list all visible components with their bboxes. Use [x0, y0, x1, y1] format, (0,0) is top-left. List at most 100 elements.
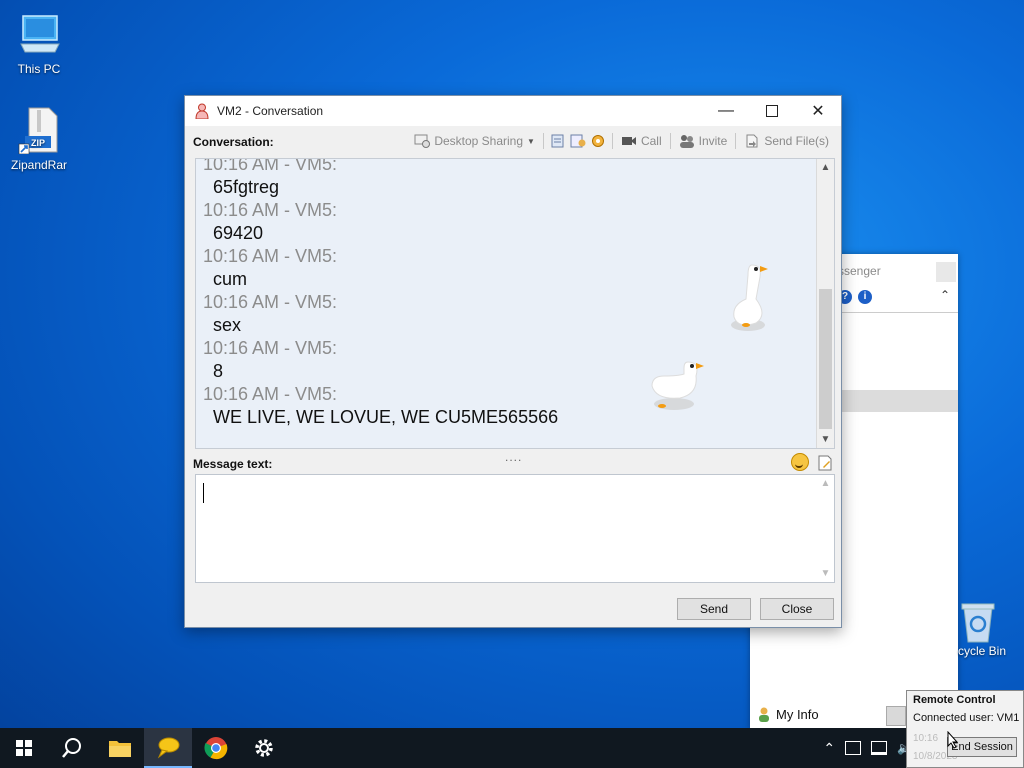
- this-pc-label: This PC: [17, 62, 61, 76]
- call-button[interactable]: Call: [619, 132, 664, 150]
- invite-users-icon: [679, 134, 695, 148]
- camera-icon: [621, 134, 637, 148]
- clock-time-ghost: 10:16: [913, 733, 939, 744]
- scroll-down-arrow[interactable]: ▼: [817, 431, 834, 448]
- send-button[interactable]: Send: [677, 598, 751, 620]
- maximize-button[interactable]: [749, 96, 795, 126]
- conversation-window: VM2 - Conversation — ✕ Conversation: Des…: [184, 95, 842, 628]
- taskbar: ⌃ 🔈: [0, 728, 1024, 768]
- notes-icon[interactable]: [550, 134, 566, 148]
- desktop-icon-zipandrar[interactable]: ZIP ZipandRar: [4, 106, 74, 172]
- desktop-sharing-button[interactable]: Desktop Sharing ▼: [412, 132, 537, 150]
- system-tray: ⌃ 🔈: [823, 728, 918, 768]
- settings-gear-icon[interactable]: [590, 134, 606, 148]
- selected-contact-row[interactable]: [838, 390, 958, 412]
- conversation-scrollbar[interactable]: ▲ ▼: [816, 159, 834, 448]
- messenger-title-fragment: ssenger: [838, 264, 881, 278]
- my-info-button[interactable]: My Info: [756, 706, 819, 722]
- toolbar-separator: [735, 133, 737, 149]
- this-pc-icon: [15, 10, 63, 58]
- message-input[interactable]: ▲ ▼: [195, 474, 835, 583]
- message-meta: 10:16 AM - VM5:: [203, 246, 338, 266]
- message-text-label: Message text:: [193, 457, 273, 471]
- send-file-icon: [744, 134, 760, 148]
- pane-splitter[interactable]: ....: [505, 450, 522, 464]
- search-icon: [62, 738, 81, 758]
- message-text: 69420: [213, 223, 264, 243]
- remote-control-tray-icon[interactable]: [845, 741, 862, 755]
- message-text: sex: [213, 315, 242, 335]
- chevron-up-icon[interactable]: ⌃: [940, 288, 950, 302]
- close-button[interactable]: Close: [760, 598, 834, 620]
- svg-text:ZIP: ZIP: [31, 138, 45, 148]
- message-input-scrollbar[interactable]: ▲ ▼: [817, 475, 834, 582]
- goose-sprite: [731, 264, 768, 331]
- start-button[interactable]: [0, 728, 48, 768]
- message-meta: 10:16 AM - VM5:: [203, 200, 338, 220]
- windows-logo-icon: [16, 740, 32, 756]
- title-bar[interactable]: VM2 - Conversation — ✕: [185, 96, 841, 126]
- desktop-icon-this-pc[interactable]: This PC: [4, 10, 74, 76]
- conversation-label: Conversation:: [193, 135, 274, 149]
- user-icon: [759, 707, 769, 722]
- message-text: cum: [213, 269, 248, 289]
- message-meta: 10:16 AM - VM5:: [203, 384, 338, 404]
- zip-file-icon: ZIP: [15, 106, 63, 155]
- file-explorer-button[interactable]: [96, 728, 144, 768]
- messenger-taskbar-button[interactable]: [144, 728, 192, 768]
- zipandrar-label: ZipandRar: [10, 158, 68, 172]
- dropdown-arrow-icon: ▼: [527, 136, 535, 146]
- format-text-icon[interactable]: [817, 455, 833, 471]
- mouse-cursor-icon: [947, 731, 959, 749]
- toolbar-separator: [669, 133, 671, 149]
- network-icon[interactable]: [871, 741, 888, 755]
- user-details-icon[interactable]: [570, 134, 586, 148]
- conversation-history[interactable]: 10:16 AM - VM5: 65fgtreg 10:16 AM - VM5: 69…: [195, 158, 835, 449]
- chrome-button[interactable]: [192, 728, 240, 768]
- my-info-label: My Info: [776, 706, 819, 722]
- minimize-button[interactable]: —: [703, 96, 749, 126]
- folder-icon: [109, 741, 131, 757]
- invite-button[interactable]: Invite: [677, 132, 730, 150]
- settings-button[interactable]: [240, 728, 288, 768]
- scroll-thumb[interactable]: [819, 289, 832, 429]
- messenger-app-icon: [195, 103, 209, 120]
- status-icon[interactable]: [886, 706, 906, 726]
- conversation-toolbar: Desktop Sharing ▼ Call Invite Send File(…: [412, 132, 831, 150]
- call-label: Call: [640, 134, 662, 148]
- messenger-tools: ? i: [838, 290, 872, 304]
- text-caret: [203, 483, 204, 503]
- desktop-sharing-label: Desktop Sharing: [434, 134, 524, 148]
- chrome-icon: [204, 737, 228, 760]
- chevron-up-icon[interactable]: ⌃: [823, 740, 835, 757]
- desktop-icon-recycle-bin[interactable]: cycle Bin: [958, 600, 1006, 658]
- message-meta: 10:16 AM - VM5:: [203, 158, 338, 174]
- info-icon[interactable]: i: [858, 290, 872, 304]
- send-files-button[interactable]: Send File(s): [742, 132, 831, 150]
- goose-sprite: [651, 361, 704, 410]
- toolbar-separator: [542, 133, 544, 149]
- messenger-close-box[interactable]: [936, 262, 956, 282]
- close-window-button[interactable]: ✕: [795, 96, 841, 126]
- search-button[interactable]: [48, 728, 96, 768]
- remote-control-popup: Remote Control Connected user: VM1 10:16…: [906, 690, 1024, 768]
- emoticon-icon[interactable]: [791, 453, 809, 471]
- toolbar-separator: [611, 133, 613, 149]
- message-text: WE LIVE, WE LOVUE, WE CU5ME565566: [213, 407, 559, 427]
- recycle-bin-label: cycle Bin: [958, 644, 1007, 658]
- recycle-bin-icon: [961, 603, 995, 643]
- message-tools: [791, 453, 833, 471]
- popup-title: Remote Control: [913, 694, 996, 706]
- scroll-up-arrow[interactable]: ▲: [817, 159, 834, 176]
- desktop-sharing-icon: [414, 134, 431, 148]
- message-text: 8: [213, 361, 224, 381]
- send-files-label: Send File(s): [764, 134, 829, 148]
- window-title: VM2 - Conversation: [217, 104, 324, 118]
- message-list: 10:16 AM - VM5: 65fgtreg 10:16 AM - VM5: 69…: [203, 158, 813, 429]
- message-meta: 10:16 AM - VM5:: [203, 292, 338, 312]
- divider: [838, 312, 958, 313]
- connected-user-text: Connected user: VM1: [913, 712, 1020, 724]
- chat-bubble-icon: [157, 737, 180, 759]
- message-text: 65fgtreg: [213, 177, 280, 197]
- invite-label: Invite: [698, 134, 728, 148]
